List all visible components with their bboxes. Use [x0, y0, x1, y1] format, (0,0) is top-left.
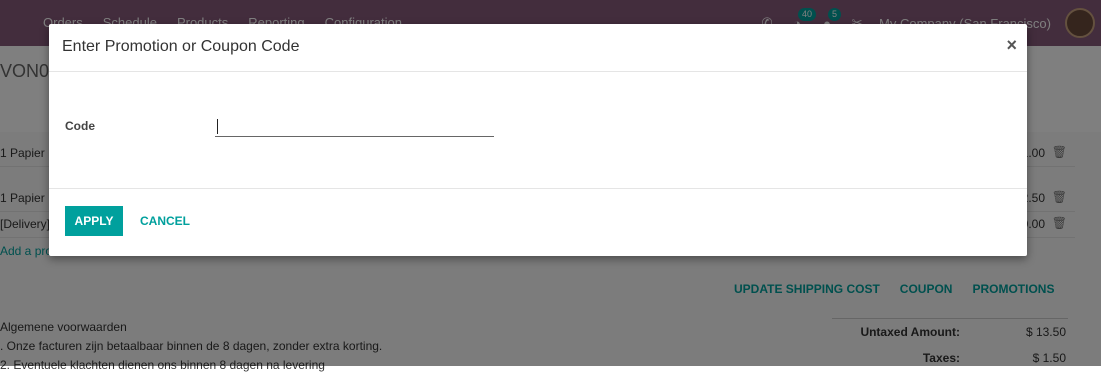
- dialog-header: Enter Promotion or Coupon Code ×: [49, 24, 1027, 72]
- coupon-code-input[interactable]: [215, 116, 494, 137]
- dialog-title: Enter Promotion or Coupon Code: [62, 38, 300, 55]
- close-icon[interactable]: ×: [1006, 36, 1017, 54]
- text-cursor: [217, 119, 218, 134]
- cancel-button[interactable]: CANCEL: [140, 214, 190, 228]
- dialog-footer: APPLY CANCEL: [49, 188, 1027, 257]
- apply-button[interactable]: APPLY: [65, 206, 123, 236]
- code-field-label: Code: [65, 119, 95, 133]
- coupon-dialog: Enter Promotion or Coupon Code × Code AP…: [49, 24, 1027, 256]
